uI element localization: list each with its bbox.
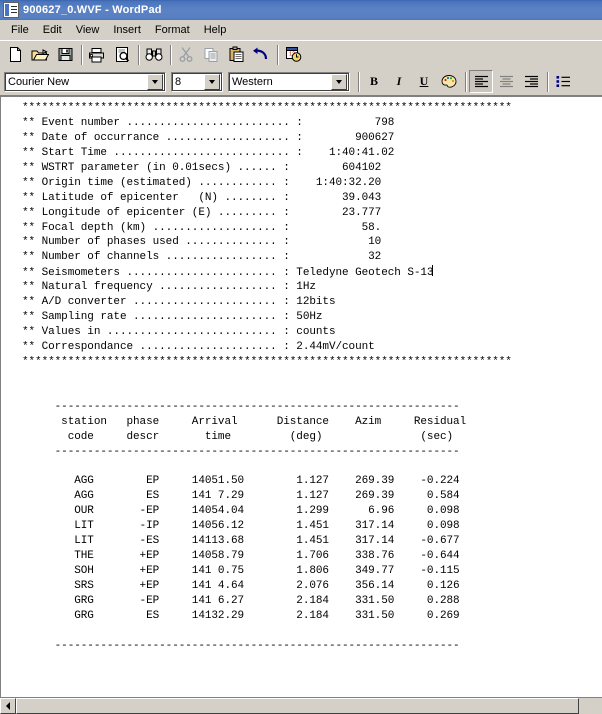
document-line: ** Start Time ..........................… xyxy=(22,146,395,159)
menu-item-edit[interactable]: Edit xyxy=(36,22,69,38)
document-line: THE +EP 14058.79 1.706 338.76 -0.644 xyxy=(22,550,460,563)
print-preview-icon[interactable] xyxy=(110,43,134,66)
document-line: AGG ES 141 7.29 1.127 269.39 0.584 xyxy=(22,490,460,503)
document-line: SRS +EP 141 4.64 2.076 356.14 0.126 xyxy=(22,580,460,592)
document-line: GRG -EP 141 6.27 2.184 331.50 0.288 xyxy=(22,594,460,607)
document-line: ** Latitude of epicenter (N) ........ : … xyxy=(22,191,382,204)
toolbar-separator xyxy=(135,44,142,66)
document-line: station phase Arrival Distance Azim Resi… xyxy=(22,415,467,428)
formatbar-separator xyxy=(544,71,551,93)
menu-bar: File Edit View Insert Format Help xyxy=(0,20,602,40)
document-line: LIT -IP 14056.12 1.451 317.14 0.098 xyxy=(22,520,460,533)
text-caret xyxy=(432,265,434,277)
menu-item-view[interactable]: View xyxy=(69,22,107,38)
new-document-icon[interactable] xyxy=(3,43,27,66)
copy-icon[interactable] xyxy=(199,43,223,66)
horizontal-scrollbar[interactable] xyxy=(0,697,602,714)
paste-clipboard-icon[interactable] xyxy=(224,43,248,66)
document-line: ** Focal depth (km) ................... … xyxy=(22,221,382,234)
scrollbar-thumb[interactable] xyxy=(16,698,579,714)
document-line: ** Correspondance ..................... … xyxy=(22,341,375,353)
cut-scissors-icon[interactable] xyxy=(174,43,198,66)
document-line: ----------------------------------------… xyxy=(22,639,460,652)
menu-item-help[interactable]: Help xyxy=(197,22,234,38)
document-line: ** Seismometers ....................... … xyxy=(22,265,434,280)
formatbar-separator xyxy=(462,71,469,93)
font-size-value: 8 xyxy=(175,75,182,88)
undo-arrow-icon[interactable] xyxy=(249,43,273,66)
toolbar-separator xyxy=(167,44,174,66)
open-folder-icon[interactable] xyxy=(28,43,52,66)
document-line: ** Number of channels ................. … xyxy=(22,251,382,264)
document-area[interactable]: ****************************************… xyxy=(0,96,602,697)
document-line: SOH +EP 141 0.75 1.806 349.77 -0.115 xyxy=(22,565,460,578)
font-family-value: Courier New xyxy=(8,75,70,88)
font-family-combo[interactable]: Courier New xyxy=(4,71,166,92)
toolbar-separator xyxy=(274,44,281,66)
save-disk-icon[interactable] xyxy=(53,43,77,66)
document-line: AGG EP 14051.50 1.127 269.39 -0.224 xyxy=(22,475,460,488)
standard-toolbar: 12 xyxy=(0,40,602,68)
document-line: ** Event number ........................… xyxy=(22,116,395,129)
date-time-icon[interactable]: 12 xyxy=(281,43,305,66)
document-line: ****************************************… xyxy=(22,355,512,368)
align-center-icon[interactable] xyxy=(494,70,518,93)
script-value: Western xyxy=(232,75,273,88)
document-line: code descr time (deg) (sec) xyxy=(22,430,454,443)
document-line: ****************************************… xyxy=(22,102,512,114)
document-line: ** Origin time (estimated) ............ … xyxy=(22,176,382,189)
document-line: ----------------------------------------… xyxy=(22,445,460,458)
bold-button[interactable]: B xyxy=(362,70,386,93)
menu-item-insert[interactable]: Insert xyxy=(106,22,148,38)
document-text[interactable]: ****************************************… xyxy=(22,101,602,697)
document-line: OUR -EP 14054.04 1.299 6.96 0.098 xyxy=(22,505,460,518)
formatbar-separator xyxy=(355,71,362,93)
document-line: ** Longitude of epicenter (E) ......... … xyxy=(22,206,382,219)
underline-button[interactable]: U xyxy=(412,70,436,93)
script-combo[interactable]: Western xyxy=(228,71,350,92)
document-line: ** Date of occurrance ..................… xyxy=(22,131,395,144)
document-line: ** Number of phases used .............. … xyxy=(22,236,382,249)
wordpad-window: 900627_0.WVF - WordPad File Edit View In… xyxy=(0,0,602,714)
document-line: LIT -ES 14113.68 1.451 317.14 -0.677 xyxy=(22,535,460,548)
document-line: ** WSTRT parameter (in 0.01secs) ...... … xyxy=(22,161,382,174)
align-left-icon[interactable] xyxy=(469,70,493,93)
document-line: ** Values in .......................... … xyxy=(22,326,336,339)
find-binoculars-icon[interactable] xyxy=(142,43,166,66)
chevron-down-icon[interactable] xyxy=(147,73,163,90)
document-line: ** Natural frequency .................. … xyxy=(22,281,316,294)
chevron-down-icon[interactable] xyxy=(331,73,347,90)
menu-item-file[interactable]: File xyxy=(4,22,36,38)
document-line: ** Sampling rate ...................... … xyxy=(22,311,323,324)
document-line: ** A/D converter ...................... … xyxy=(22,296,336,309)
scroll-left-arrow-icon[interactable] xyxy=(0,698,16,714)
font-size-combo[interactable]: 8 xyxy=(171,71,223,92)
toolbar-separator xyxy=(78,44,85,66)
menu-item-format[interactable]: Format xyxy=(148,22,197,38)
document-icon xyxy=(3,2,19,18)
document-line: GRG ES 14132.29 2.184 331.50 0.269 xyxy=(22,609,460,622)
printer-icon[interactable] xyxy=(85,43,109,66)
italic-button[interactable]: I xyxy=(387,70,411,93)
chevron-down-icon[interactable] xyxy=(204,73,220,90)
title-bar[interactable]: 900627_0.WVF - WordPad xyxy=(0,0,602,20)
format-bar: Courier New 8 Western B I U xyxy=(0,68,602,96)
text-color-icon[interactable] xyxy=(437,70,461,93)
document-line: ----------------------------------------… xyxy=(22,400,460,413)
scrollbar-track[interactable] xyxy=(16,698,602,714)
bullet-list-icon[interactable] xyxy=(551,70,575,93)
window-title: 900627_0.WVF - WordPad xyxy=(23,4,162,16)
align-right-icon[interactable] xyxy=(519,70,543,93)
